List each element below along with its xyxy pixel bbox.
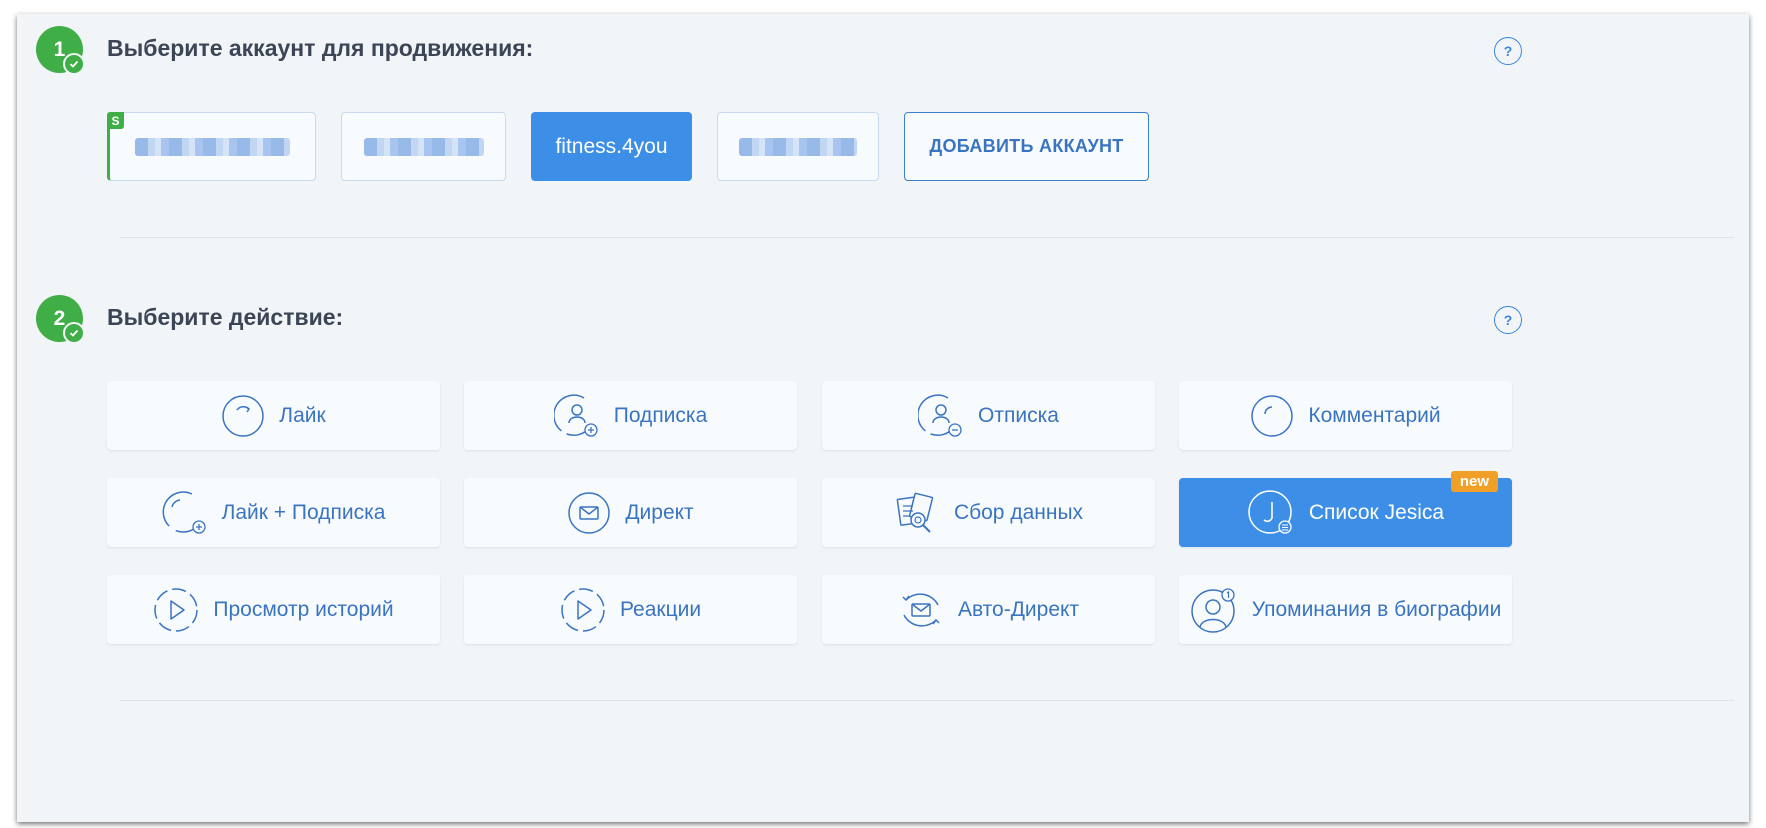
add-account-button[interactable]: ДОБАВИТЬ АККАУНТ — [904, 112, 1149, 181]
action-like-button[interactable]: Лайк — [107, 381, 440, 450]
action-label: Директ — [625, 500, 694, 524]
account-card-2[interactable] — [341, 112, 506, 181]
step-1-title: Выберите аккаунт для продвижения: — [107, 35, 534, 61]
action-label: Лайк + Подписка — [221, 500, 386, 524]
story-play-icon — [154, 587, 199, 632]
jesica-list-icon — [1248, 489, 1292, 534]
action-jesica-list-button[interactable]: Список Jesica new — [1179, 471, 1512, 547]
action-auto-direct-button[interactable]: Авто-Директ — [822, 575, 1155, 644]
checkmark-icon — [63, 53, 85, 75]
section-divider — [120, 700, 1734, 701]
like-follow-icon — [162, 490, 206, 534]
new-badge: new — [1450, 471, 1498, 492]
action-direct-button[interactable]: Директ — [464, 478, 797, 547]
account-name-blurred — [135, 137, 290, 156]
action-label: Сбор данных — [953, 500, 1084, 524]
checkmark-icon — [63, 322, 85, 344]
action-label: Подписка — [613, 403, 708, 427]
reaction-play-icon — [561, 587, 605, 632]
comment-icon — [1251, 394, 1294, 437]
account-name-blurred — [363, 137, 484, 156]
action-like-follow-button[interactable]: Лайк + Подписка — [107, 478, 440, 547]
action-bio-mentions-button[interactable]: Упоминания в биографии — [1179, 575, 1512, 644]
action-reactions-button[interactable]: Реакции — [464, 575, 797, 644]
step-2-title: Выберите действие: — [107, 304, 344, 330]
action-label: Просмотр историй — [213, 597, 394, 621]
step-2-indicator: 2 — [36, 295, 85, 344]
user-plus-icon — [553, 393, 598, 437]
step-1-indicator: 1 — [36, 26, 85, 75]
action-label: Отписка — [978, 403, 1059, 427]
account-name: fitness.4you — [555, 134, 668, 158]
user-minus-icon — [918, 393, 962, 437]
data-collect-icon — [896, 492, 934, 533]
help-button-step-2[interactable]: ? — [1494, 306, 1522, 334]
action-label: Упоминания в биографии — [1251, 597, 1502, 621]
refresh-circle-icon — [222, 394, 265, 437]
action-label: Лайк — [279, 403, 326, 427]
bio-mention-icon — [1190, 587, 1235, 633]
account-type-badge: S — [107, 112, 124, 129]
action-view-stories-button[interactable]: Просмотр историй — [107, 575, 440, 644]
action-label: Комментарий — [1308, 403, 1441, 427]
help-button-step-1[interactable]: ? — [1494, 37, 1522, 65]
account-name-blurred — [739, 137, 857, 156]
action-data-collect-button[interactable]: Сбор данных — [822, 478, 1155, 547]
auto-direct-icon — [902, 592, 940, 627]
account-card-1[interactable]: S — [107, 112, 316, 181]
account-card-3[interactable]: fitness.4you — [531, 112, 692, 181]
section-divider — [120, 237, 1734, 238]
action-unfollow-button[interactable]: Отписка — [822, 381, 1155, 450]
action-label: Реакции — [619, 597, 702, 621]
action-comment-button[interactable]: Комментарий — [1179, 381, 1512, 450]
action-follow-button[interactable]: Подписка — [464, 381, 797, 450]
action-label: Авто-Директ — [957, 597, 1080, 621]
account-card-4[interactable] — [717, 112, 879, 181]
action-label: Список Jesica — [1308, 500, 1445, 524]
main-panel: 1 Выберите аккаунт для продвижения: ? S … — [17, 14, 1749, 822]
mail-circle-icon — [568, 491, 611, 534]
